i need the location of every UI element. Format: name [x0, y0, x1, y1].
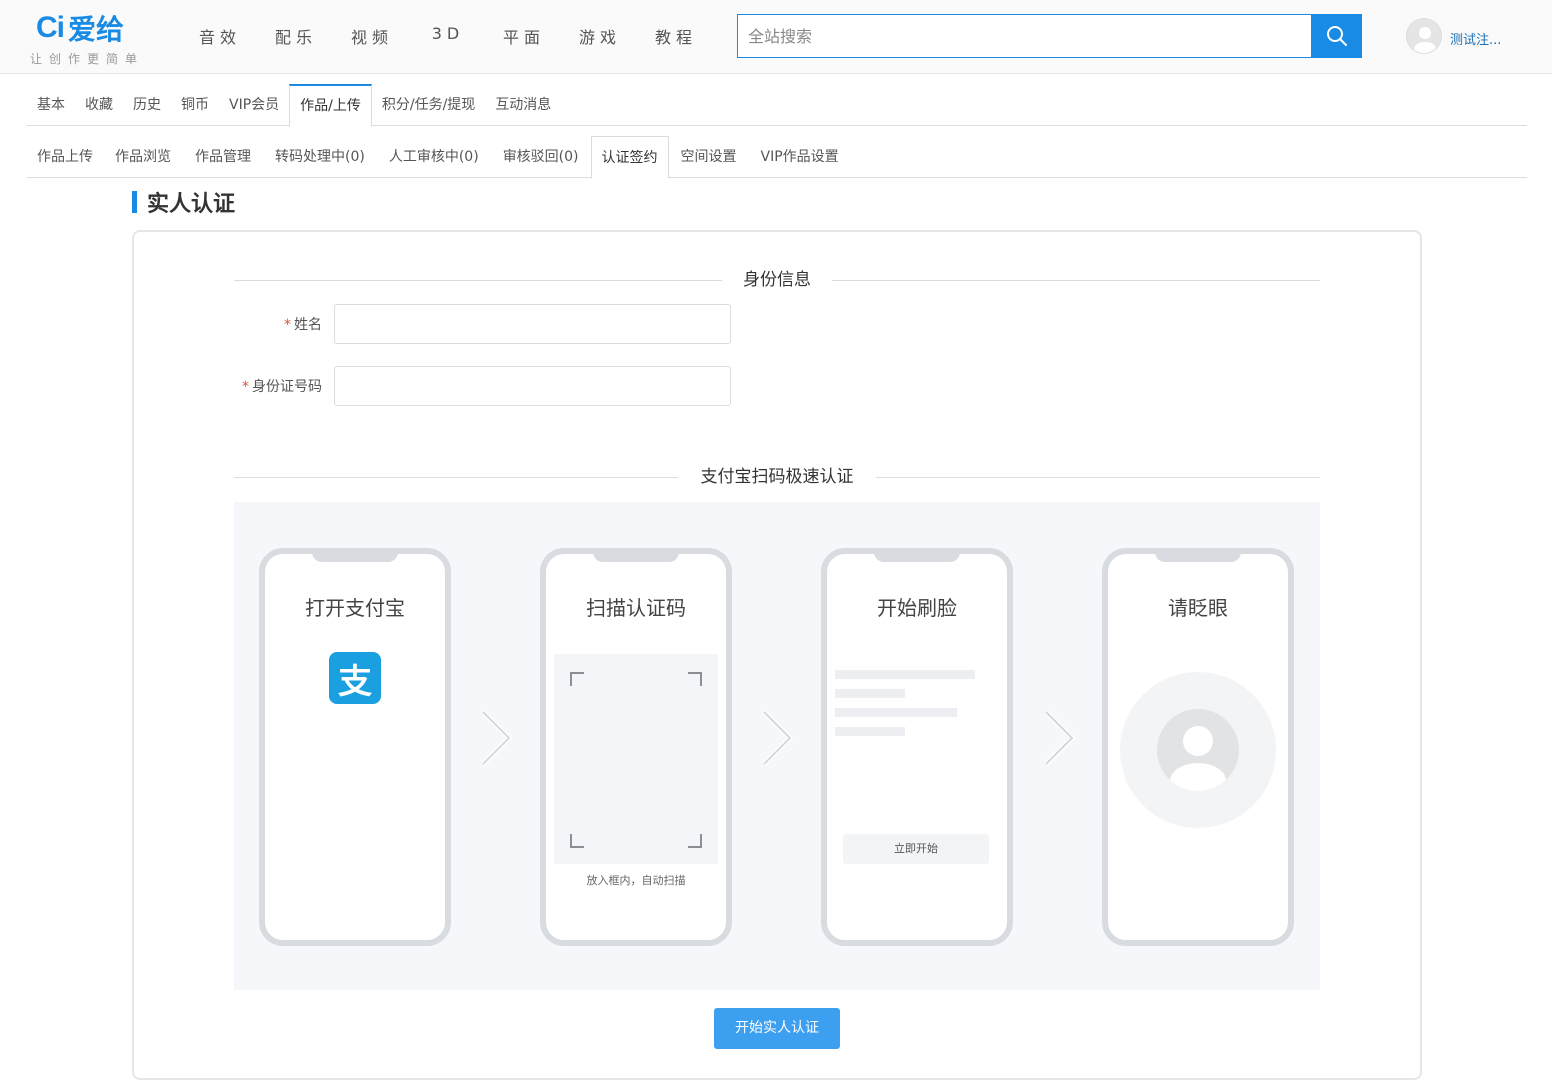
nav-video[interactable]: 视频 — [334, 24, 410, 48]
tab-vip[interactable]: VIP会员 — [219, 84, 289, 126]
tab-coins[interactable]: 铜币 — [171, 84, 219, 126]
placeholder-line — [835, 689, 905, 698]
tab-upload[interactable]: 作品上传 — [27, 136, 103, 178]
nav-game[interactable]: 游戏 — [562, 24, 638, 48]
start-now-mock-button: 立即开始 — [843, 834, 989, 864]
step-title: 开始刷脸 — [877, 596, 957, 620]
step-phone-scan-code: 扫描认证码 放入框内，自动扫描 — [540, 548, 732, 946]
nav-graphic[interactable]: 平面 — [486, 24, 562, 48]
search-icon — [1326, 26, 1347, 46]
face-icon — [1157, 709, 1239, 791]
logo-mark: Ci — [36, 11, 65, 44]
tab-messages[interactable]: 互动消息 — [485, 84, 561, 126]
nav-music[interactable]: 配乐 — [258, 24, 334, 48]
identity-section-header: 身份信息 — [234, 268, 1320, 292]
face-frame — [1120, 672, 1276, 828]
tab-basic[interactable]: 基本 — [27, 84, 75, 126]
nav-3d[interactable]: 3D — [410, 24, 486, 48]
step-title: 扫描认证码 — [586, 596, 686, 620]
tab-certification[interactable]: 认证签约 — [590, 136, 669, 179]
alipay-section-title: 支付宝扫码极速认证 — [682, 467, 872, 487]
step-phone-face-scan: 开始刷脸 立即开始 — [821, 548, 1013, 946]
alipay-steps-panel: 打开支付宝 支 扫描认证码 放入框内，自动扫描 开始刷脸 立即开始 请眨眼 — [234, 502, 1320, 990]
tab-manage[interactable]: 作品管理 — [183, 136, 263, 178]
start-certification-button[interactable]: 开始实人认证 — [714, 1008, 840, 1049]
tab-space-settings[interactable]: 空间设置 — [669, 136, 749, 178]
search-input[interactable] — [737, 14, 1312, 58]
user-icon — [1414, 27, 1436, 53]
page-title-text: 实人认证 — [147, 192, 236, 217]
chevron-right-icon — [762, 710, 794, 766]
placeholder-line — [835, 727, 905, 736]
tab-vip-settings[interactable]: VIP作品设置 — [749, 136, 851, 178]
tab-favorites[interactable]: 收藏 — [75, 84, 123, 126]
id-number-input[interactable] — [334, 366, 731, 406]
id-number-label: * 身份证号码 — [242, 379, 322, 395]
user-menu[interactable]: 测试注... — [1406, 18, 1501, 54]
chevron-right-icon — [1044, 710, 1076, 766]
username: 测试注... — [1450, 32, 1502, 48]
tab-points-tasks[interactable]: 积分/任务/提现 — [372, 84, 485, 126]
alipay-section-header: 支付宝扫码极速认证 — [234, 465, 1320, 489]
step-phone-blink: 请眨眼 — [1102, 548, 1294, 946]
step-title: 请眨眼 — [1168, 596, 1228, 620]
logo-slogan: 让创作更简单 — [30, 52, 145, 66]
required-mark: * — [242, 379, 249, 395]
site-logo[interactable]: Ci 爱给 让创作更简单 — [30, 8, 156, 68]
placeholder-line — [835, 708, 957, 717]
tab-reviewing[interactable]: 人工审核中(0) — [377, 136, 491, 178]
site-search — [737, 14, 1362, 58]
top-header: Ci 爱给 让创作更简单 音效 配乐 视频 3D 平面 游戏 教程 测试注... — [0, 0, 1552, 74]
name-input[interactable] — [334, 304, 731, 344]
tab-browse[interactable]: 作品浏览 — [103, 136, 183, 178]
secondary-tabs: 作品上传 作品浏览 作品管理 转码处理中(0) 人工审核中(0) 审核驳回(0)… — [27, 136, 1527, 179]
chevron-right-icon — [481, 710, 513, 766]
placeholder-line — [835, 670, 975, 679]
name-field: * 姓名 — [234, 304, 834, 344]
page-title: 实人认证 — [132, 188, 236, 217]
nav-sound-effects[interactable]: 音效 — [182, 24, 258, 48]
required-mark: * — [284, 317, 291, 333]
step-title: 打开支付宝 — [305, 596, 405, 620]
title-accent-bar — [132, 191, 137, 213]
scan-tip: 放入框内，自动扫描 — [586, 874, 686, 887]
name-label: * 姓名 — [284, 317, 322, 333]
id-number-field: * 身份证号码 — [234, 366, 834, 406]
nav-tutorial[interactable]: 教程 — [638, 24, 714, 48]
search-button[interactable] — [1311, 14, 1362, 58]
alipay-icon: 支 — [329, 652, 381, 704]
tab-transcoding[interactable]: 转码处理中(0) — [263, 136, 377, 178]
logo-text: 爱给 — [68, 13, 125, 46]
tab-history[interactable]: 历史 — [123, 84, 171, 126]
certification-card: 身份信息 * 姓名 * 身份证号码 支付宝扫码极速认证 打开支付宝 支 扫描认证码 — [132, 230, 1422, 1080]
scan-frame — [554, 654, 718, 864]
tab-works-upload[interactable]: 作品/上传 — [289, 84, 372, 127]
avatar — [1406, 18, 1442, 54]
step-phone-open-alipay: 打开支付宝 支 — [259, 548, 451, 946]
primary-tabs: 基本 收藏 历史 铜币 VIP会员 作品/上传 积分/任务/提现 互动消息 — [27, 84, 1527, 127]
identity-section-title: 身份信息 — [725, 270, 829, 290]
main-nav: 音效 配乐 视频 3D 平面 游戏 教程 — [182, 24, 714, 48]
tab-rejected[interactable]: 审核驳回(0) — [491, 136, 591, 178]
